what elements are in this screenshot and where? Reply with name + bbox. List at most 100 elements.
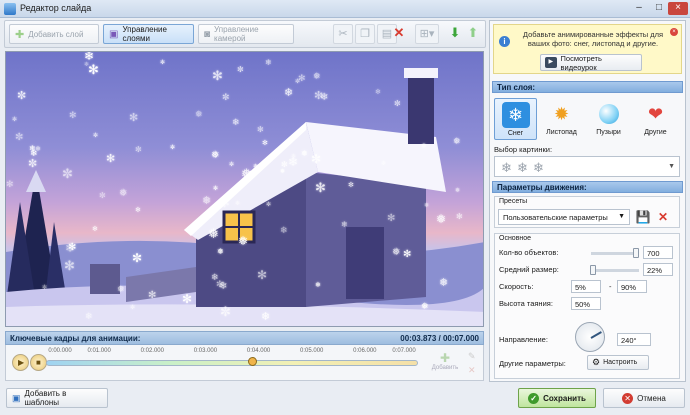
layer-type-leaves[interactable]: ✹ Листопад xyxy=(540,98,583,140)
snowflake-icon: ✼ xyxy=(222,92,230,102)
snowflake-icon: ❅ xyxy=(455,188,461,194)
play-button[interactable]: ▶ xyxy=(12,354,29,371)
align-menu-icon[interactable]: ⊞▾ xyxy=(415,24,439,44)
toolbar: ✚ Добавить слой ▣ Управление слоями ◙ Уп… xyxy=(4,20,486,48)
add-keyframe-label: Добавить xyxy=(431,365,459,371)
tick-label: 0:00.000 xyxy=(48,348,72,354)
tick-label: 0:04.000 xyxy=(246,348,271,354)
tick-label: 0:05.000 xyxy=(300,348,324,354)
snowflake-icon: ❄ xyxy=(235,201,241,207)
snowflake-icon: ❅ xyxy=(392,247,401,258)
layer-type-bubbles[interactable]: Пузыри xyxy=(587,98,630,140)
count-slider-handle[interactable] xyxy=(632,248,639,258)
add-to-templates-button[interactable]: ▣ Добавить в шаблоны xyxy=(6,388,108,408)
cancel-label: Отмена xyxy=(637,393,666,403)
configure-button[interactable]: ⚙ Настроить xyxy=(587,355,649,370)
save-preset-icon[interactable]: 💾 xyxy=(635,209,651,225)
add-template-label: Добавить в шаблоны xyxy=(24,389,67,407)
save-button[interactable]: ✓ Сохранить xyxy=(518,388,596,408)
layer-type-snow[interactable]: ❄ Снег xyxy=(494,98,537,140)
count-slider[interactable] xyxy=(591,248,639,258)
timeline-track[interactable] xyxy=(46,360,418,366)
direction-dial-needle xyxy=(590,331,602,339)
copy-icon[interactable]: ❐ xyxy=(355,24,375,44)
direction-dial[interactable] xyxy=(575,322,605,352)
snowflake-icon: ✼ xyxy=(62,166,73,181)
edit-keyframe-icon[interactable]: ✎ xyxy=(468,351,476,362)
size-input[interactable]: 22% xyxy=(643,263,673,276)
hint-box: i Добавьте анимированные эффекты для ваш… xyxy=(493,24,682,74)
snowflake-icon: ✼ xyxy=(130,305,136,311)
direction-label: Направление: xyxy=(499,335,548,344)
picture-select[interactable]: ❄ ❄ ❄ ▼ xyxy=(494,156,680,177)
snowflake-icon: ✻ xyxy=(257,125,264,134)
melt-height-label: Высота таяния: xyxy=(499,299,553,308)
hint-text: Добавьте анимированные эффекты для ваших… xyxy=(522,30,664,48)
snowflake-icon: ❄ xyxy=(341,220,348,229)
minimize-button[interactable]: – xyxy=(630,2,648,15)
snowflake-icon: ❄ xyxy=(261,311,271,323)
snowflake-icon: ✻ xyxy=(262,140,268,147)
melt-height-input[interactable]: 50% xyxy=(571,297,601,310)
snowflake-icon: ✼ xyxy=(15,132,24,143)
remove-keyframe-icon[interactable]: ✕ xyxy=(468,365,476,376)
snowflake-option-icon: ❄ xyxy=(533,160,544,175)
add-layer-button[interactable]: ✚ Добавить слой xyxy=(9,24,99,44)
snowflake-icon: ❅ xyxy=(436,212,447,226)
snowflake-icon: ✼ xyxy=(311,152,322,166)
snowflake-icon: ✻ xyxy=(212,68,223,83)
stop-button[interactable]: ■ xyxy=(30,354,47,371)
snowflake-icon: ✻ xyxy=(403,249,412,260)
add-keyframe-button[interactable]: ✚ Добавить xyxy=(430,351,460,379)
snowflake-icon: ❅ xyxy=(315,282,321,289)
keyframe-marker[interactable] xyxy=(247,357,257,366)
slide-preview[interactable]: ❄ ✻ ✼ ❅ ❄ ✻ ✼ ❅ ❄ ✻ ✼ ❅ ❄ ✻ ✼ ❅ ❄ ✻ ✼ ❅ ❄ ✻ ✼ ❅ ❄ ✻ ✼ ❅ ❄ ✻ ✼ ❅ ❄ ✻ ✼ ❅ ❄ ✻ ✼ ❅… xyxy=(5,51,484,327)
snowflake-option-icon: ❄ xyxy=(517,160,528,175)
cancel-button[interactable]: ✕ Отмена xyxy=(603,388,685,408)
hint-close-icon[interactable]: × xyxy=(670,28,678,36)
layer-type-label: Пузыри xyxy=(596,129,621,136)
snowflake-icon: ✼ xyxy=(237,65,244,74)
speed-min-input[interactable]: 5% xyxy=(571,280,601,293)
snowflake-icon: ✼ xyxy=(93,133,99,139)
configure-label: Настроить xyxy=(603,359,638,366)
cut-icon[interactable]: ✂ xyxy=(333,24,353,44)
layer-type-other[interactable]: ❤ Другие xyxy=(634,98,677,140)
preset-value: Пользовательские параметры xyxy=(503,213,608,222)
manage-camera-button[interactable]: ◙ Управление камерой xyxy=(198,24,294,44)
count-input[interactable]: 700 xyxy=(643,246,673,259)
move-down-icon[interactable]: ⬇ xyxy=(445,24,465,44)
maximize-button[interactable]: □ xyxy=(650,2,668,15)
snowflake-icon: ❅ xyxy=(211,150,220,161)
snowflake-icon: ✼ xyxy=(348,182,354,189)
snowflake-icon: ✼ xyxy=(220,304,231,319)
info-icon: i xyxy=(499,36,510,47)
app-icon xyxy=(4,3,16,15)
delete-icon[interactable]: ✕ xyxy=(389,24,409,44)
snowflake-icon: ✼ xyxy=(394,99,401,108)
delete-preset-icon[interactable]: ✕ xyxy=(655,209,671,225)
close-window-button[interactable]: × xyxy=(668,2,688,15)
snowflake-icon: ❅ xyxy=(280,169,286,175)
snowflake-icon: ✻ xyxy=(456,212,463,221)
manage-layers-button[interactable]: ▣ Управление слоями xyxy=(103,24,194,44)
speed-separator: - xyxy=(609,282,612,291)
snowflake-icon: ✼ xyxy=(135,145,142,154)
snowflake-icon: ❄ xyxy=(381,161,387,167)
direction-input[interactable]: 240° xyxy=(617,333,651,346)
presets-group: Пресеты Пользовательские параметры ▼ 💾 ✕ xyxy=(494,196,680,228)
speed-max-input[interactable]: 90% xyxy=(617,280,647,293)
tick-label: 0:02.000 xyxy=(140,348,164,354)
size-slider[interactable] xyxy=(590,265,639,275)
snowflake-icon: ❄ xyxy=(135,207,141,214)
snowflake-icon: ✼ xyxy=(28,158,38,170)
tick-label: 0:03.000 xyxy=(193,348,218,354)
snowflake-icon: ✼ xyxy=(170,145,176,151)
snowflake-icon: ❄ xyxy=(253,164,259,170)
watch-video-button[interactable]: ▶ Посмотреть видеоурок xyxy=(540,54,642,72)
move-up-icon[interactable]: ⬆ xyxy=(463,24,483,44)
size-slider-handle[interactable] xyxy=(590,265,597,275)
snowflake-icon: ✻ xyxy=(69,110,77,120)
presets-dropdown[interactable]: Пользовательские параметры ▼ xyxy=(498,209,630,225)
snowflake-option-icon: ❄ xyxy=(501,160,512,175)
